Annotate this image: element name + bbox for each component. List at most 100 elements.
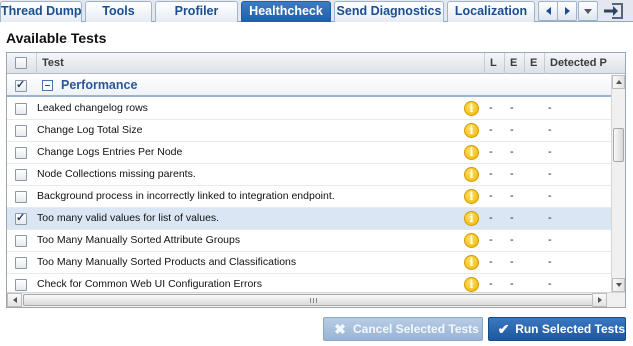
cell-l: - — [489, 146, 493, 158]
cell-detected: - — [548, 256, 552, 268]
tab-send-diagnostics[interactable]: Send Diagnostics — [334, 1, 444, 22]
header-select-cell — [7, 53, 37, 74]
cell-e1: - — [510, 212, 514, 224]
cell-l: - — [489, 234, 493, 246]
cell-l: - — [489, 278, 493, 290]
column-header-l[interactable]: L — [485, 53, 505, 74]
table-row[interactable]: Background process in incorrectly linked… — [7, 186, 611, 208]
grid-header: Test L E E Detected P — [7, 53, 625, 74]
grip-line — [313, 298, 314, 303]
cell-detected: - — [548, 278, 552, 290]
column-header-e2[interactable]: E — [525, 53, 545, 74]
test-rows: Leaked changelog rows i - - - Change Log Tota… — [7, 98, 611, 296]
test-name: Too many valid values for list of values… — [37, 212, 220, 224]
cell-e1: - — [510, 234, 514, 246]
row-checkbox[interactable] — [15, 125, 27, 137]
test-name: Change Log Total Size — [37, 124, 143, 136]
row-checkbox[interactable] — [15, 191, 27, 203]
info-icon[interactable]: i — [464, 167, 479, 182]
tab-menu-button[interactable] — [578, 1, 598, 21]
scroll-down-button[interactable] — [612, 278, 625, 292]
cell-detected: - — [548, 168, 552, 180]
table-row[interactable]: Too Many Manually Sorted Attribute Group… — [7, 230, 611, 252]
column-header-detected[interactable]: Detected P — [545, 53, 625, 74]
scroll-up-button[interactable] — [612, 75, 625, 89]
cell-detected: - — [548, 102, 552, 114]
table-row[interactable]: Leaked changelog rows i - - - — [7, 98, 611, 120]
cell-e1: - — [510, 190, 514, 202]
cell-l: - — [489, 212, 493, 224]
cell-detected: - — [548, 124, 552, 136]
row-checkbox[interactable] — [15, 211, 27, 225]
cell-e1: - — [510, 102, 514, 114]
column-header-test[interactable]: Test — [37, 53, 485, 74]
arrow-down-icon — [615, 283, 622, 287]
tab-profiler[interactable]: Profiler — [155, 1, 238, 22]
tab-tools[interactable]: Tools — [85, 1, 152, 22]
cell-e1: - — [510, 168, 514, 180]
horizontal-scroll-thumb[interactable] — [23, 294, 605, 306]
info-icon[interactable]: i — [464, 233, 479, 248]
cell-detected: - — [548, 234, 552, 246]
horizontal-scrollbar[interactable] — [7, 292, 625, 307]
row-checkbox[interactable] — [15, 257, 27, 269]
cell-l: - — [489, 124, 493, 136]
tab-scroll-left-button[interactable] — [538, 1, 558, 21]
cancel-x-icon: ✖ — [334, 320, 346, 337]
row-checkbox[interactable] — [15, 103, 27, 115]
arrow-up-icon — [615, 80, 622, 84]
column-header-e1[interactable]: E — [505, 53, 525, 74]
table-row[interactable]: Change Logs Entries Per Node i - - - — [7, 142, 611, 164]
arrow-right-icon — [597, 297, 602, 303]
table-row[interactable]: Change Log Total Size i - - - — [7, 120, 611, 142]
test-name: Too Many Manually Sorted Products and Cl… — [37, 256, 297, 268]
arrow-right-icon — [564, 7, 570, 15]
cell-l: - — [489, 190, 493, 202]
section-title: Available Tests — [6, 30, 107, 46]
group-label: Performance — [61, 78, 138, 92]
select-all-checkbox[interactable] — [15, 57, 27, 69]
arrow-left-icon — [545, 7, 551, 15]
info-icon[interactable]: i — [464, 123, 479, 138]
cell-detected: - — [548, 146, 552, 158]
run-selected-tests-button[interactable]: ✔ Run Selected Tests — [488, 317, 626, 341]
collapse-icon[interactable] — [42, 80, 53, 91]
row-checkbox[interactable] — [15, 235, 27, 247]
grip-line — [316, 298, 317, 303]
exit-icon[interactable] — [602, 2, 626, 20]
tab-healthcheck[interactable]: Healthcheck — [241, 1, 331, 22]
run-button-label: Run Selected Tests — [515, 322, 625, 336]
cell-detected: - — [548, 212, 552, 224]
table-row[interactable]: Too many valid values for list of values… — [7, 208, 611, 230]
group-row-performance[interactable]: Performance — [7, 75, 611, 97]
cell-l: - — [489, 102, 493, 114]
vertical-scroll-thumb[interactable] — [613, 128, 624, 162]
cell-detected: - — [548, 190, 552, 202]
table-row[interactable]: Too Many Manually Sorted Products and Cl… — [7, 252, 611, 274]
test-name: Background process in incorrectly linked… — [37, 190, 335, 202]
info-icon[interactable]: i — [464, 277, 479, 292]
cancel-selected-tests-button[interactable]: ✖ Cancel Selected Tests — [323, 317, 483, 341]
info-icon[interactable]: i — [464, 211, 479, 226]
tab-localization[interactable]: Localization — [447, 1, 535, 22]
table-row[interactable]: Node Collections missing parents. i - - - — [7, 164, 611, 186]
arrow-left-icon — [12, 297, 17, 303]
vertical-scrollbar[interactable] — [611, 75, 625, 292]
row-checkbox[interactable] — [15, 279, 27, 291]
cell-l: - — [489, 256, 493, 268]
test-name: Check for Common Web UI Configuration Er… — [37, 278, 263, 290]
info-icon[interactable]: i — [464, 101, 479, 116]
info-icon[interactable]: i — [464, 145, 479, 160]
chevron-down-icon — [584, 8, 592, 14]
scroll-left-button[interactable] — [7, 293, 22, 307]
checkmark-icon: ✔ — [497, 320, 510, 337]
test-name: Leaked changelog rows — [37, 102, 148, 114]
scroll-right-button[interactable] — [592, 293, 607, 307]
tab-thread-dump[interactable]: Thread Dump — [0, 1, 82, 22]
info-icon[interactable]: i — [464, 255, 479, 270]
row-checkbox[interactable] — [15, 147, 27, 159]
group-checkbox[interactable] — [15, 78, 27, 92]
tab-scroll-right-button[interactable] — [557, 1, 577, 21]
row-checkbox[interactable] — [15, 169, 27, 181]
info-icon[interactable]: i — [464, 189, 479, 204]
